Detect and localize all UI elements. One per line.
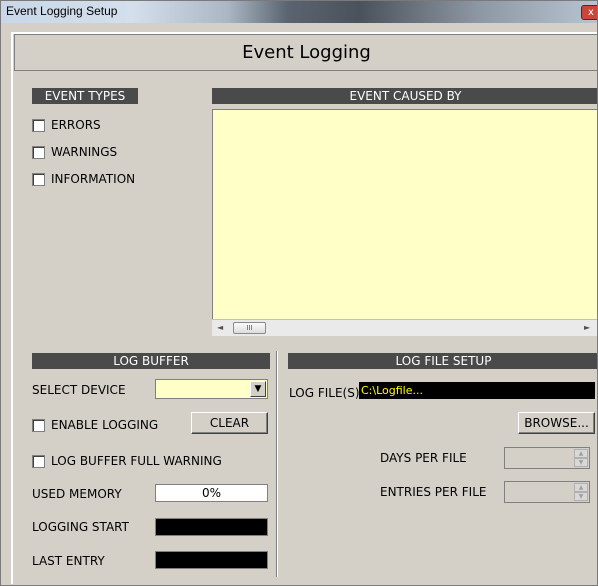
log-buffer-full-warning-checkbox[interactable] (32, 455, 45, 468)
enable-logging-label: ENABLE LOGGING (51, 418, 159, 432)
log-files-label: LOG FILE(S) (289, 386, 360, 400)
last-entry-label: LAST ENTRY (32, 554, 105, 568)
scroll-thumb[interactable]: III (233, 322, 266, 334)
days-up-icon[interactable]: ▲ (574, 449, 588, 458)
days-per-file-spinner[interactable]: ▲ ▼ (504, 447, 590, 469)
event-caused-by-header: EVENT CAUSED BY (212, 88, 597, 104)
browse-button[interactable]: BROWSE... (518, 412, 595, 434)
title-bar[interactable]: Event Logging Setup x (1, 1, 597, 23)
entries-up-icon[interactable]: ▲ (574, 483, 588, 492)
log-buffer-full-warning-label: LOG BUFFER FULL WARNING (51, 454, 222, 468)
scroll-right-icon[interactable]: ► (584, 323, 590, 332)
days-per-file-label: DAYS PER FILE (380, 451, 467, 465)
entries-per-file-spinner[interactable]: ▲ ▼ (504, 481, 590, 503)
section-divider (276, 351, 278, 577)
chevron-down-icon[interactable]: ▼ (250, 381, 266, 397)
close-button[interactable]: x (581, 5, 597, 20)
warnings-checkbox[interactable] (32, 146, 45, 159)
enable-logging-checkbox[interactable] (32, 419, 45, 432)
entries-per-file-label: ENTRIES PER FILE (380, 485, 487, 499)
errors-label: ERRORS (51, 118, 101, 132)
event-logging-setup-window: Event Logging Setup x Event Logging EVEN… (0, 0, 598, 586)
last-entry-value (155, 551, 268, 569)
used-memory-label: USED MEMORY (32, 487, 122, 501)
page-title: Event Logging (14, 34, 597, 71)
logging-start-value (155, 518, 268, 536)
warnings-label: WARNINGS (51, 145, 118, 159)
log-files-path[interactable]: C:\Logfile... (359, 382, 595, 399)
used-memory-value: 0% (155, 484, 268, 502)
errors-checkbox[interactable] (32, 119, 45, 132)
log-file-setup-header: LOG FILE SETUP (288, 353, 597, 369)
event-caused-by-list[interactable] (212, 109, 597, 319)
horizontal-scrollbar[interactable]: ◄ III ► (212, 319, 597, 336)
clear-button[interactable]: CLEAR (191, 412, 268, 434)
information-checkbox[interactable] (32, 173, 45, 186)
information-label: INFORMATION (51, 172, 136, 186)
scroll-left-icon[interactable]: ◄ (217, 323, 223, 332)
entries-down-icon[interactable]: ▼ (574, 492, 588, 501)
select-device-dropdown[interactable]: ▼ (155, 379, 268, 399)
logging-start-label: LOGGING START (32, 520, 129, 534)
event-types-header: EVENT TYPES (32, 88, 138, 104)
log-buffer-header: LOG BUFFER (32, 353, 270, 369)
window-title: Event Logging Setup (6, 4, 118, 18)
days-down-icon[interactable]: ▼ (574, 458, 588, 467)
select-device-label: SELECT DEVICE (32, 383, 126, 397)
